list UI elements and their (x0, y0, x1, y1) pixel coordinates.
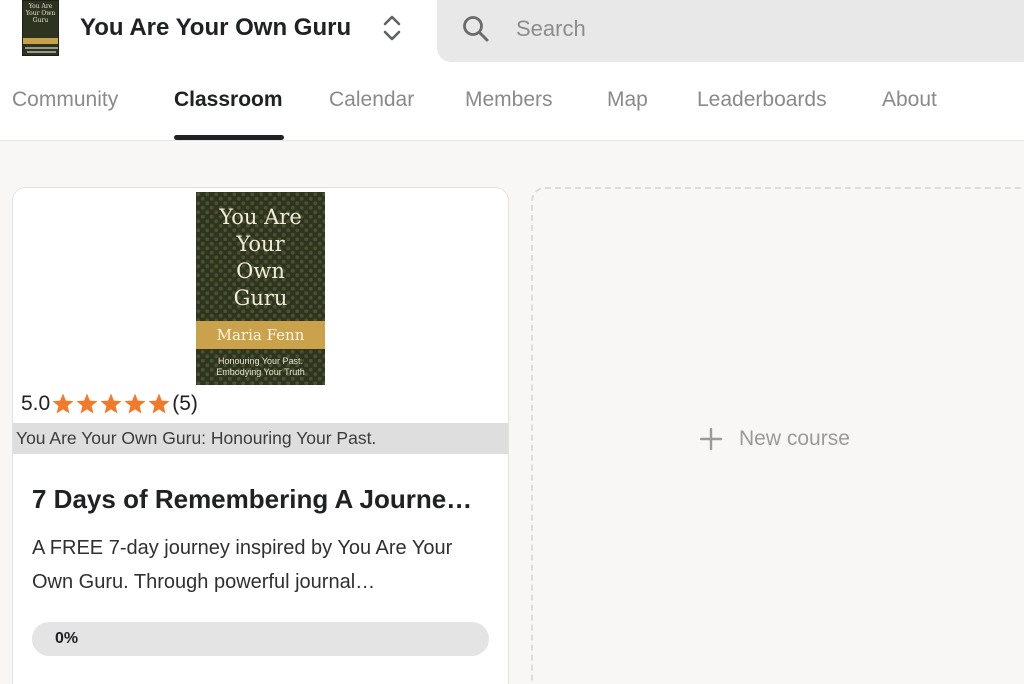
tab-community[interactable]: Community (12, 86, 118, 114)
tab-classroom[interactable]: Classroom (174, 86, 283, 114)
course-description: A FREE 7-day journey inspired by You Are… (32, 537, 453, 593)
star-icon (100, 393, 122, 414)
chevron-up-down-icon (383, 15, 401, 41)
group-title[interactable]: You Are Your Own Guru (80, 12, 351, 44)
tab-leaderboards[interactable]: Leaderboards (697, 86, 827, 114)
tab-calendar[interactable]: Calendar (329, 86, 414, 114)
new-course-label: New course (739, 427, 850, 450)
new-course-button[interactable]: New course (531, 187, 1024, 684)
tab-members[interactable]: Members (465, 86, 553, 114)
plus-icon (700, 428, 722, 450)
star-icon (148, 393, 170, 414)
star-icon (52, 393, 74, 414)
logo-subtitle-line (27, 51, 56, 53)
nav-tabs: Community Classroom Calendar Members Map… (0, 80, 1024, 141)
new-course-content: New course (700, 425, 850, 453)
course-card[interactable]: You Are Your Own Guru Maria Fenn Honouri… (12, 187, 509, 684)
cover-caption: You Are Your Own Guru: Honouring Your Pa… (13, 423, 508, 454)
search-input[interactable] (516, 12, 916, 46)
star-icon (76, 393, 98, 414)
active-tab-indicator (174, 135, 284, 140)
search-icon (463, 16, 489, 42)
tab-about[interactable]: About (882, 86, 937, 114)
rating-value: 5.0 (21, 392, 51, 415)
course-rating: 5.0 (5) (21, 390, 198, 418)
group-logo[interactable]: You Are Your Own Guru (22, 0, 59, 56)
course-title[interactable]: 7 Days of Remembering A Journe… (32, 482, 492, 516)
logo-author-band (23, 38, 58, 44)
star-icon (124, 393, 146, 414)
cover-subtitle: Honouring Your Past. Embodying Your Trut… (216, 356, 305, 377)
course-cover-image: You Are Your Own Guru Maria Fenn Honouri… (196, 192, 325, 385)
logo-title: You Are Your Own Guru (25, 3, 56, 24)
logo-subtitle-line (25, 47, 58, 49)
cover-title: You Are Your Own Guru (219, 205, 302, 310)
rating-stars (51, 392, 171, 416)
course-progress-bar: 0% (32, 622, 489, 656)
course-cover-area: You Are Your Own Guru Maria Fenn Honouri… (13, 188, 508, 423)
search-bar[interactable] (437, 0, 1024, 62)
tab-map[interactable]: Map (607, 86, 648, 114)
top-bar: You Are Your Own Guru You Are Your Own G… (0, 0, 1024, 141)
rating-count: (5) (172, 392, 198, 415)
cover-author: Maria Fenn (196, 321, 325, 349)
group-switcher-button[interactable] (378, 12, 406, 44)
progress-label: 0% (55, 630, 79, 647)
